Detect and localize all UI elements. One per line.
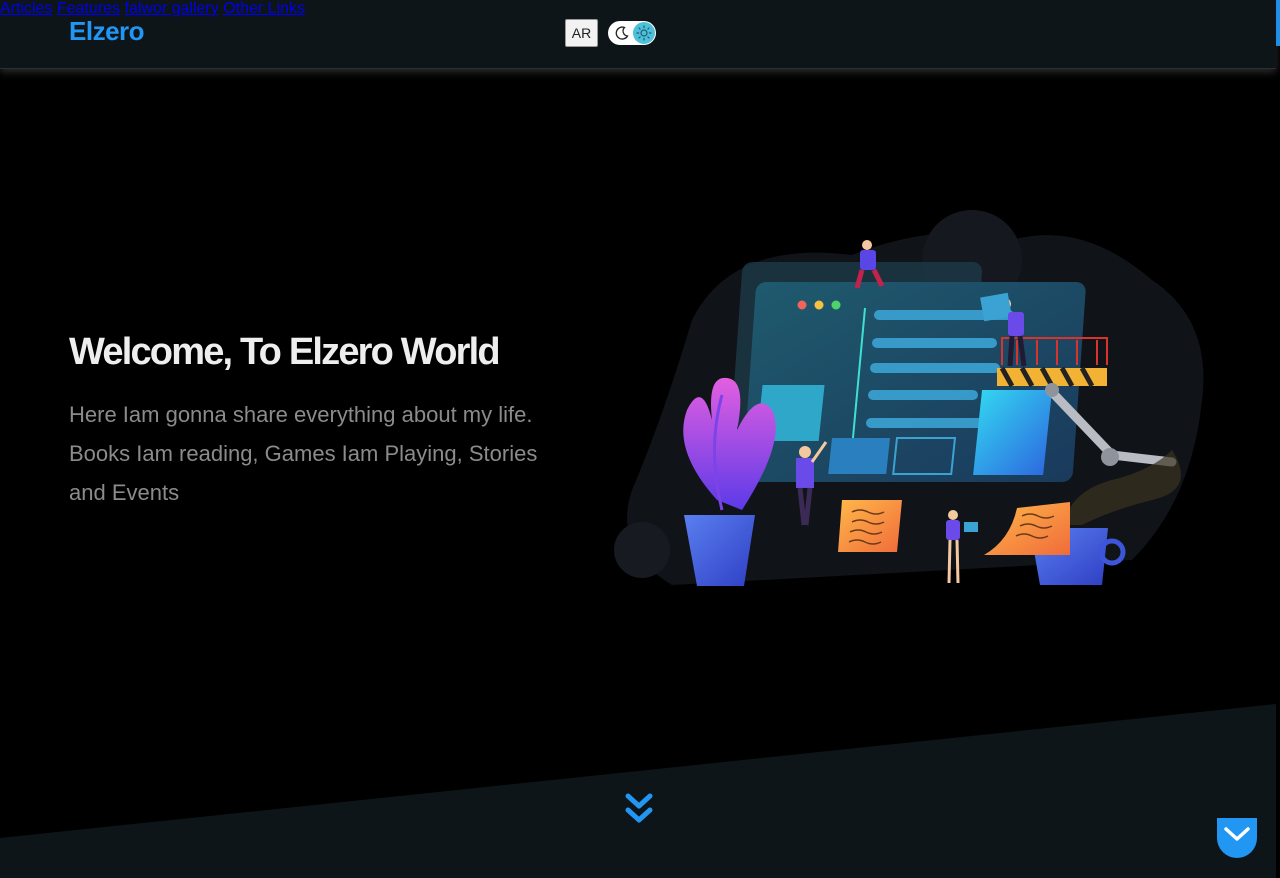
site-logo[interactable]: Elzero (69, 16, 145, 47)
hero-title: Welcome, To Elzero World (69, 331, 501, 373)
nav-link-articles[interactable]: Articles (0, 0, 52, 17)
double-chevron-down-icon[interactable] (624, 792, 654, 828)
site-header: Elzero AR Articles Features falwor galle… (0, 0, 1276, 69)
moon-icon (615, 26, 629, 40)
section-divider (0, 704, 1276, 878)
language-button[interactable]: AR (565, 19, 598, 47)
scrollbar-thumb[interactable] (1276, 0, 1280, 46)
chevron-down-icon (1224, 827, 1250, 841)
hero-description: Here Iam gonna share everything about my… (69, 402, 538, 505)
nav-link-gallery[interactable]: falwor gallery (125, 0, 219, 17)
nav-link-features[interactable]: Features (57, 0, 120, 17)
nav-link-other-links[interactable]: Other Links (223, 0, 305, 17)
theme-toggle[interactable] (608, 21, 656, 45)
hero-illustration (614, 210, 1204, 586)
scroll-to-top-button[interactable] (1217, 818, 1257, 858)
theme-toggle-knob (633, 22, 655, 44)
sun-icon (636, 25, 652, 41)
main-nav: Articles Features falwor gallery Other L… (0, 0, 1276, 18)
